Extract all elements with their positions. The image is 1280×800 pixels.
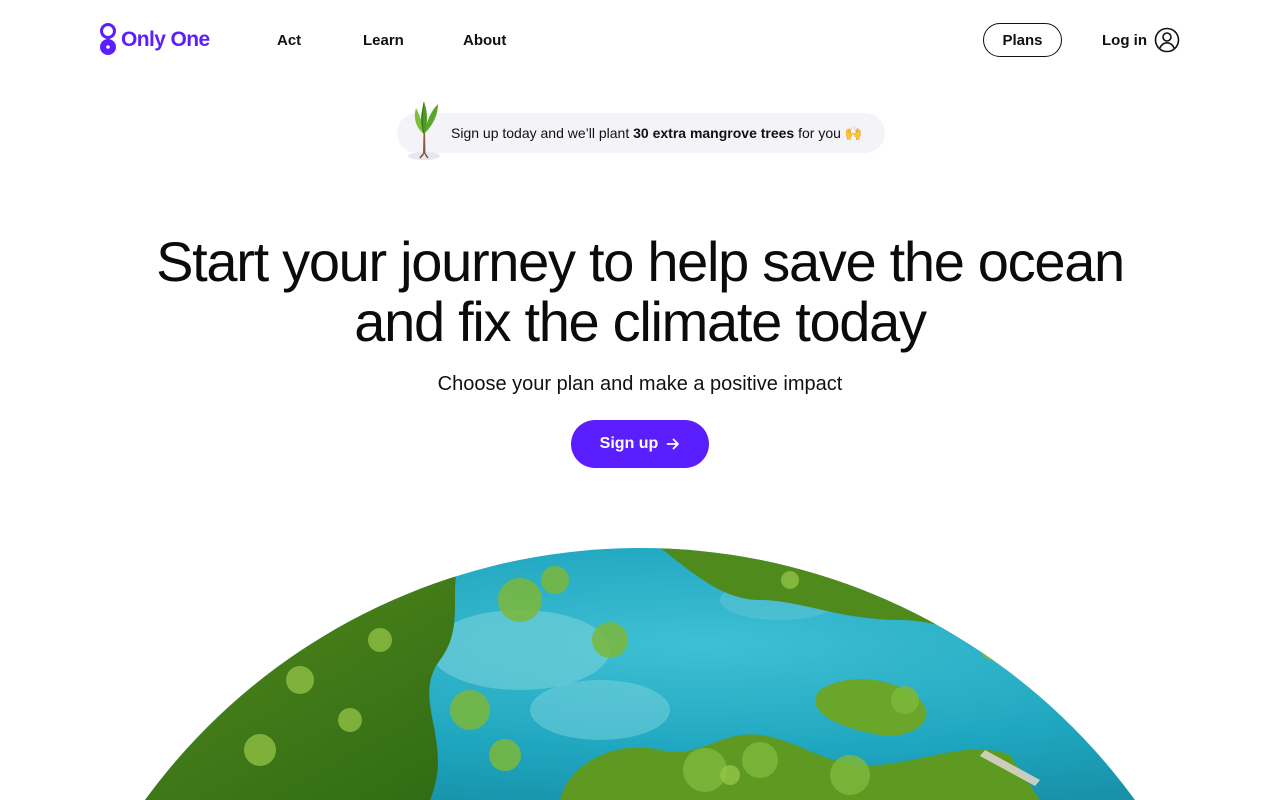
sign-up-button[interactable]: Sign up: [571, 420, 709, 468]
plans-button[interactable]: Plans: [983, 23, 1062, 57]
site-header: Only One Act Learn About Plans Log in: [0, 0, 1280, 80]
nav-learn[interactable]: Learn: [363, 32, 404, 49]
promo-text: Sign up today and we’ll plant 30 extra m…: [451, 125, 862, 142]
logo-text: Only One: [121, 28, 210, 51]
hero-title-line-2: and fix the climate today: [354, 290, 927, 353]
login-link[interactable]: Log in: [1102, 32, 1147, 49]
hero-title: Start your journey to help save the ocea…: [100, 232, 1180, 352]
hero-subtitle: Choose your plan and make a positive imp…: [437, 373, 843, 395]
arrow-right-icon: [666, 438, 680, 450]
nav-act[interactable]: Act: [277, 32, 301, 49]
mangrove-tree-icon: [408, 101, 440, 160]
promo-text-start: Sign up today and we’ll plant: [451, 125, 634, 141]
only-one-logo-icon: [100, 23, 116, 55]
promo-text-highlight: 30 extra mangrove trees: [633, 125, 795, 141]
sign-up-label: Sign up: [599, 435, 659, 452]
mangrove-aerial-globe-image: [28, 548, 1252, 800]
hero-title-line-1: Start your journey to help save the ocea…: [156, 230, 1125, 293]
user-icon[interactable]: [1154, 27, 1180, 53]
nav-about[interactable]: About: [463, 32, 506, 49]
promo-text-end: for you 🙌: [794, 125, 863, 141]
logo-link[interactable]: Only One: [98, 22, 210, 58]
